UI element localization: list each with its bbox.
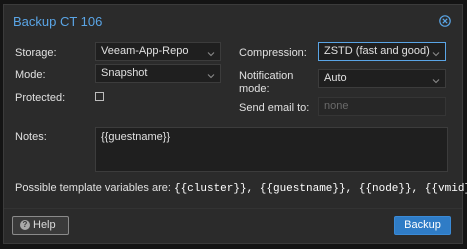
protected-label: Protected: [15,92,66,104]
dialog-titlebar: Backup CT 106 [4,5,462,35]
mode-value: Snapshot [101,67,148,79]
hint-prefix: Possible template variables are: [15,182,174,194]
dialog-footer: ? Help Backup [4,208,462,243]
notes-label: Notes: [15,131,47,143]
help-button-label: Help [33,219,56,231]
protected-checkbox[interactable] [95,92,104,101]
mode-label: Mode: [15,69,46,81]
chevron-down-icon[interactable] [207,47,215,57]
backup-button-label: Backup [404,219,441,231]
compression-select[interactable]: ZSTD (fast and good) [318,42,446,61]
chevron-down-icon[interactable] [432,74,440,84]
compression-label: Compression: [239,47,307,59]
chevron-down-icon[interactable] [207,69,215,79]
template-variables-hint: Possible template variables are: {{clust… [15,182,467,195]
notification-mode-select[interactable]: Auto [318,69,446,88]
mode-select[interactable]: Snapshot [95,64,221,83]
email-placeholder: none [324,100,349,112]
notification-label-line1: Notification [239,70,294,82]
help-button[interactable]: ? Help [12,216,69,235]
notes-textarea[interactable]: {{guestname}} [95,127,448,172]
help-icon: ? [20,220,30,230]
notification-label-line2: mode: [239,83,270,95]
email-field[interactable]: none [318,97,446,116]
storage-label: Storage: [15,47,57,59]
storage-select[interactable]: Veeam-App-Repo [95,42,221,61]
hint-variables: {{cluster}}, {{guestname}}, {{node}}, {{… [173,183,467,195]
notification-value: Auto [324,72,347,84]
storage-value: Veeam-App-Repo [101,45,189,57]
close-icon[interactable] [439,15,451,27]
backup-dialog: Backup CT 106 Storage: Veeam-App-Repo Mo… [3,4,467,244]
chevron-down-icon[interactable] [432,47,440,57]
dialog-title: Backup CT 106 [13,14,103,29]
email-label: Send email to: [239,102,310,114]
compression-value: ZSTD (fast and good) [324,45,430,57]
backup-button[interactable]: Backup [394,216,451,235]
